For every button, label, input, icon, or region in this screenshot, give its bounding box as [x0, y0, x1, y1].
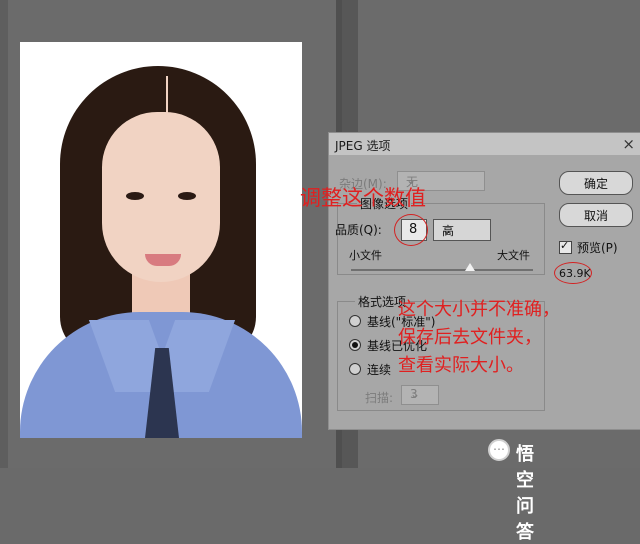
- quality-slider[interactable]: [351, 269, 533, 271]
- preview-label: 预览(P): [577, 241, 618, 255]
- watermark-text: 悟空问答: [516, 444, 535, 543]
- wukong-logo-icon: [488, 439, 510, 461]
- annotation-note: 这个大小并不准确， 保存后去文件夹， 查看实际大小。: [398, 296, 560, 380]
- chevron-down-icon: ⌄: [442, 223, 453, 237]
- quality-highlight-circle: [394, 214, 428, 246]
- quality-label: 品质(Q):: [335, 223, 382, 237]
- right-eye: [178, 192, 196, 200]
- small-file-label: 小文件: [349, 249, 382, 262]
- radio-progressive[interactable]: [349, 363, 361, 375]
- annotation-title: 调整这个数值: [300, 186, 426, 210]
- annotation-note-line: 查看实际大小。: [398, 355, 524, 376]
- ok-button-label: 确定: [583, 177, 608, 191]
- left-eye: [126, 192, 144, 200]
- radio-baseline-standard[interactable]: [349, 315, 361, 327]
- slider-thumb-icon[interactable]: [465, 263, 475, 271]
- dialog-titlebar[interactable]: JPEG 选项 ×: [329, 133, 640, 155]
- quality-level-select[interactable]: 高 ⌄: [433, 219, 491, 241]
- cancel-button[interactable]: 取消: [559, 203, 633, 227]
- file-size-highlight-circle: [554, 262, 592, 284]
- hair-parting: [166, 76, 168, 126]
- scan-label: 扫描:: [365, 391, 394, 405]
- cancel-button-label: 取消: [583, 209, 608, 223]
- id-photo: [20, 42, 302, 438]
- preview-checkbox[interactable]: [559, 239, 572, 254]
- chevron-down-icon: ⌄: [410, 387, 421, 401]
- annotation-note-line: 保存后去文件夹，: [398, 327, 542, 348]
- dialog-title: JPEG 选项: [335, 139, 391, 153]
- ok-button[interactable]: 确定: [559, 171, 633, 195]
- close-icon[interactable]: ×: [622, 135, 635, 153]
- radio-baseline-optimized[interactable]: [349, 339, 361, 351]
- large-file-label: 大文件: [497, 249, 530, 262]
- jpeg-options-dialog: JPEG 选项 × 杂边(M): 无 ⌄ 图像选项 品质(Q): 8 高 ⌄ 小…: [328, 132, 640, 430]
- annotation-note-line: 这个大小并不准确，: [398, 299, 560, 320]
- workspace-edge: [0, 0, 8, 468]
- scan-select: 3 ⌄: [401, 385, 439, 405]
- radio-progressive-label: 连续: [367, 363, 392, 377]
